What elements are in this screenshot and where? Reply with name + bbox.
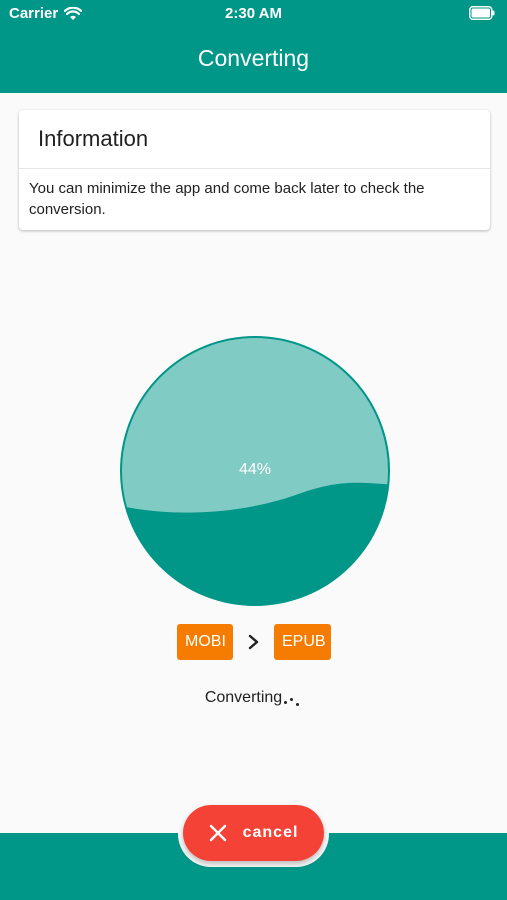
close-icon [209,824,226,842]
conversion-status: Converting [0,689,507,707]
cancel-button[interactable]: cancel [183,805,324,861]
cancel-button-label: cancel [242,824,299,841]
format-conversion-row: MOBI EPUB [0,624,507,660]
information-card-divider [19,168,490,169]
information-card-title: Information [38,126,149,151]
conversion-progress-indicator: 44% [119,335,391,607]
loading-dots-indicator [282,690,302,706]
app-header: Carrier 2:30 AM Converting [0,0,507,93]
target-format-badge: EPUB [274,624,331,660]
information-card-text: You can minimize the app and come back l… [29,180,425,218]
information-card: Information You can minimize the app and… [19,110,490,230]
progress-percent-label: 44% [238,461,272,478]
status-time: 2:30 AM [225,5,282,22]
conversion-status-label: Converting [204,689,283,706]
page-title: Converting [197,45,310,71]
chevron-right-icon [248,634,259,650]
status-bar: Carrier 2:30 AM [0,0,507,30]
battery-icon [469,6,495,20]
source-format-badge: MOBI [177,624,233,660]
